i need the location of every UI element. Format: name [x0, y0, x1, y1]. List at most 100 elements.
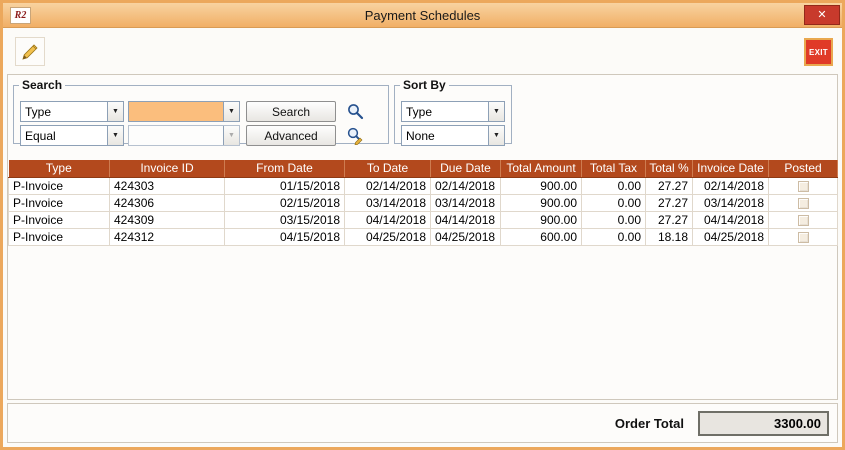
sort-primary-value: Type	[402, 102, 488, 121]
cell-due-date: 03/14/2018	[431, 194, 501, 211]
sort-primary-dropdown[interactable]: Type	[401, 101, 505, 122]
cell-to-date: 04/14/2018	[345, 211, 431, 228]
cell-from-date: 04/15/2018	[225, 228, 345, 245]
advanced-button[interactable]: Advanced	[246, 125, 336, 146]
column-header-invoice-id[interactable]: Invoice ID	[110, 160, 225, 177]
find-button[interactable]	[344, 100, 366, 122]
chevron-down-icon[interactable]	[107, 102, 123, 121]
search-legend: Search	[19, 78, 65, 92]
table-header-row: Type Invoice ID From Date To Date Due Da…	[9, 160, 838, 177]
magnifier-icon	[346, 102, 365, 121]
cell-total-pct: 27.27	[646, 194, 693, 211]
cell-total-tax: 0.00	[582, 228, 646, 245]
table-row[interactable]: P-Invoice 424303 01/15/2018 02/14/2018 0…	[9, 177, 838, 194]
column-header-total-pct[interactable]: Total %	[646, 160, 693, 177]
cell-total-tax: 0.00	[582, 211, 646, 228]
window-title: Payment Schedules	[3, 8, 842, 23]
cell-due-date: 02/14/2018	[431, 177, 501, 194]
cell-total-amount: 600.00	[501, 228, 582, 245]
cell-due-date: 04/25/2018	[431, 228, 501, 245]
invoice-table-body: P-Invoice 424303 01/15/2018 02/14/2018 0…	[9, 177, 838, 245]
column-header-from-date[interactable]: From Date	[225, 160, 345, 177]
cell-invoice-date: 02/14/2018	[693, 177, 769, 194]
search-value2-combo	[128, 125, 240, 146]
sort-secondary-value: None	[402, 126, 488, 145]
chevron-down-icon[interactable]	[488, 102, 504, 121]
cell-total-tax: 0.00	[582, 194, 646, 211]
cell-type: P-Invoice	[9, 228, 110, 245]
invoice-table: Type Invoice ID From Date To Date Due Da…	[8, 160, 838, 246]
column-header-type[interactable]: Type	[9, 160, 110, 177]
column-header-to-date[interactable]: To Date	[345, 160, 431, 177]
edit-button[interactable]	[15, 37, 45, 66]
table-row[interactable]: P-Invoice 424309 03/15/2018 04/14/2018 0…	[9, 211, 838, 228]
posted-checkbox[interactable]	[798, 232, 809, 243]
sort-by-legend: Sort By	[400, 78, 449, 92]
cell-from-date: 02/15/2018	[225, 194, 345, 211]
exit-button[interactable]: EXIT	[804, 38, 833, 66]
search-value-combo[interactable]	[128, 101, 240, 122]
column-header-invoice-date[interactable]: Invoice Date	[693, 160, 769, 177]
sort-secondary-dropdown[interactable]: None	[401, 125, 505, 146]
cell-total-amount: 900.00	[501, 211, 582, 228]
search-field-value: Type	[21, 102, 107, 121]
search-value2-text	[129, 126, 223, 145]
cell-to-date: 04/25/2018	[345, 228, 431, 245]
pencil-icon	[19, 41, 41, 63]
cell-invoice-date: 04/25/2018	[693, 228, 769, 245]
cell-type: P-Invoice	[9, 194, 110, 211]
table-row[interactable]: P-Invoice 424312 04/15/2018 04/25/2018 0…	[9, 228, 838, 245]
magnifier-edit-icon	[346, 126, 365, 145]
cell-invoice-id: 424306	[110, 194, 225, 211]
client-area: EXIT Search Type Search Equal	[3, 28, 842, 447]
order-total-value: 3300.00	[698, 411, 829, 436]
close-button[interactable]: ✕	[804, 5, 840, 25]
posted-checkbox[interactable]	[798, 198, 809, 209]
cell-posted	[769, 211, 838, 228]
footer-panel: Order Total 3300.00	[7, 403, 838, 443]
order-total-label: Order Total	[615, 416, 684, 431]
search-value-input[interactable]	[129, 102, 223, 121]
cell-total-pct: 27.27	[646, 177, 693, 194]
cell-type: P-Invoice	[9, 211, 110, 228]
cell-invoice-date: 03/14/2018	[693, 194, 769, 211]
cell-due-date: 04/14/2018	[431, 211, 501, 228]
advanced-find-button[interactable]	[344, 124, 366, 146]
cell-type: P-Invoice	[9, 177, 110, 194]
cell-posted	[769, 194, 838, 211]
search-operator-value: Equal	[21, 126, 107, 145]
table-row[interactable]: P-Invoice 424306 02/15/2018 03/14/2018 0…	[9, 194, 838, 211]
column-header-total-tax[interactable]: Total Tax	[582, 160, 646, 177]
search-group: Search Type Search Equal	[13, 78, 389, 144]
chevron-down-icon[interactable]	[223, 102, 239, 121]
posted-checkbox[interactable]	[798, 181, 809, 192]
column-header-total-amount[interactable]: Total Amount	[501, 160, 582, 177]
payment-schedules-window: R2 Payment Schedules ✕ EXIT Search Type	[0, 0, 845, 450]
cell-invoice-id: 424312	[110, 228, 225, 245]
cell-from-date: 01/15/2018	[225, 177, 345, 194]
column-header-posted[interactable]: Posted	[769, 160, 838, 177]
cell-posted	[769, 228, 838, 245]
cell-from-date: 03/15/2018	[225, 211, 345, 228]
search-button[interactable]: Search	[246, 101, 336, 122]
cell-total-pct: 18.18	[646, 228, 693, 245]
titlebar[interactable]: R2 Payment Schedules ✕	[3, 3, 842, 28]
search-operator-dropdown[interactable]: Equal	[20, 125, 124, 146]
chevron-down-icon[interactable]	[488, 126, 504, 145]
chevron-down-icon	[223, 126, 239, 145]
sort-by-group: Sort By Type None	[394, 78, 512, 144]
cell-total-tax: 0.00	[582, 177, 646, 194]
cell-to-date: 02/14/2018	[345, 177, 431, 194]
posted-checkbox[interactable]	[798, 215, 809, 226]
search-field-dropdown[interactable]: Type	[20, 101, 124, 122]
column-header-due-date[interactable]: Due Date	[431, 160, 501, 177]
cell-total-amount: 900.00	[501, 194, 582, 211]
cell-invoice-id: 424309	[110, 211, 225, 228]
cell-total-amount: 900.00	[501, 177, 582, 194]
cell-posted	[769, 177, 838, 194]
cell-invoice-id: 424303	[110, 177, 225, 194]
chevron-down-icon[interactable]	[107, 126, 123, 145]
cell-invoice-date: 04/14/2018	[693, 211, 769, 228]
cell-total-pct: 27.27	[646, 211, 693, 228]
cell-to-date: 03/14/2018	[345, 194, 431, 211]
